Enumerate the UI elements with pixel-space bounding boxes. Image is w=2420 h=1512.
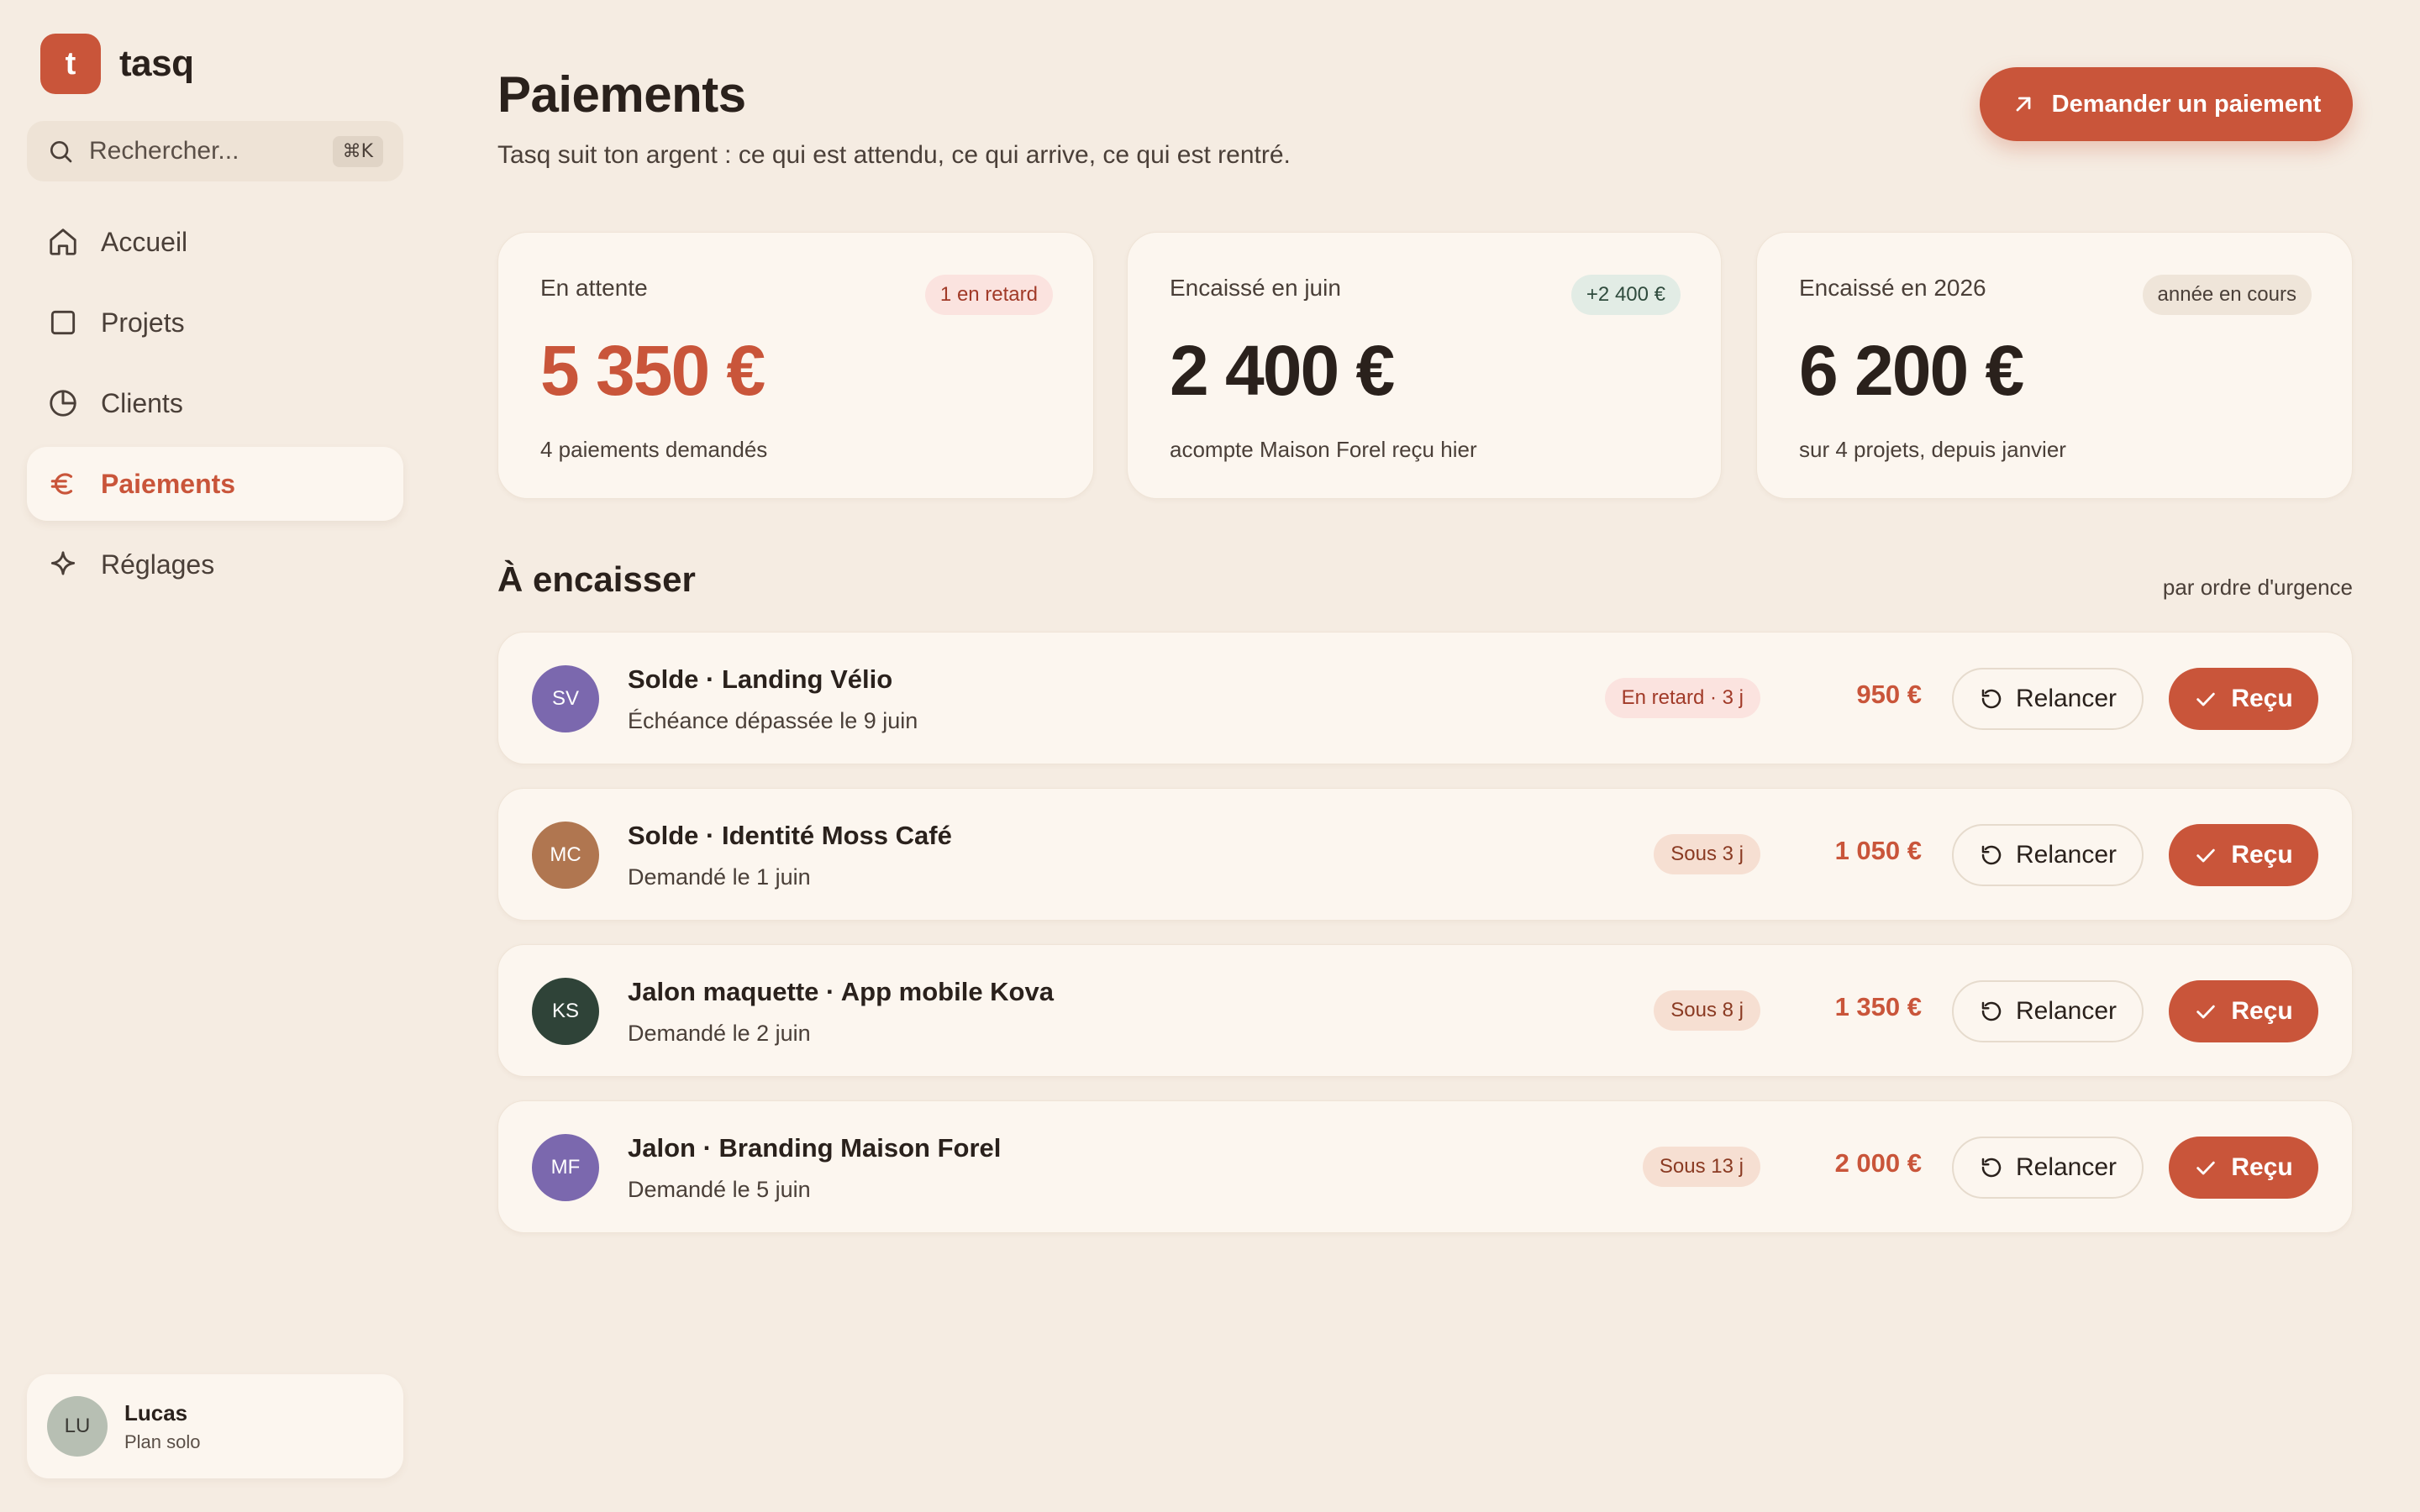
payment-amount: 1 350 € xyxy=(1834,992,1922,1021)
request-payment-label: Demander un paiement xyxy=(2051,90,2322,118)
remind-button[interactable]: Relancer xyxy=(1952,980,2144,1042)
search-shortcut: ⌘K xyxy=(332,135,383,167)
stat-value: 2 400 € xyxy=(1170,331,1395,410)
status-badge: En retard · 3 j xyxy=(1604,678,1760,718)
sidebar-item-clients[interactable]: Clients xyxy=(27,366,403,440)
list-item[interactable]: MF Jalon · Branding Maison Forel Demandé… xyxy=(497,1100,2353,1233)
status-badge: Sous 8 j xyxy=(1654,990,1760,1031)
search-icon xyxy=(50,141,72,163)
sidebar-item-label: Projets xyxy=(101,307,185,338)
stat-value: 6 200 € xyxy=(1799,331,2024,410)
payments-list: SV Solde · Landing Vélio Échéance dépass… xyxy=(497,632,2353,1257)
list-item[interactable]: MC Solde · Identité Moss Café Demandé le… xyxy=(497,788,2353,921)
refresh-icon xyxy=(1981,1158,2002,1178)
status-badge: +2 400 € xyxy=(1570,275,1681,315)
received-button[interactable]: Reçu xyxy=(2169,980,2318,1042)
section-title: À encaisser xyxy=(497,559,696,599)
stat-card-pending: En attente 1 en retard 5 350 € 4 paiemen… xyxy=(497,232,1094,499)
received-button[interactable]: Reçu xyxy=(2169,1137,2318,1199)
status-badge: 1 en retard xyxy=(924,275,1053,315)
request-payment-button[interactable]: Demander un paiement xyxy=(1980,67,2353,141)
sidebar-item-projets[interactable]: Projets xyxy=(27,286,403,360)
stat-sub: 4 paiements demandés xyxy=(540,437,768,462)
home-icon xyxy=(50,228,76,255)
payment-sub: Demandé le 1 juin xyxy=(628,864,811,890)
sidebar-item-reglages[interactable]: Réglages xyxy=(27,528,403,601)
payment-sub: Échéance dépassée le 9 juin xyxy=(628,708,918,733)
received-label: Reçu xyxy=(2231,685,2293,712)
status-badge: Sous 13 j xyxy=(1642,1147,1760,1187)
received-label: Reçu xyxy=(2231,841,2293,869)
avatar: LU xyxy=(47,1396,108,1457)
payment-title: Solde · Landing Vélio xyxy=(628,664,893,694)
payment-title: Solde · Identité Moss Café xyxy=(628,821,952,850)
sidebar-item-label: Paiements xyxy=(101,468,236,499)
check-icon xyxy=(2196,692,2216,706)
payment-title: Jalon maquette · App mobile Kova xyxy=(628,977,1054,1006)
avatar: SV xyxy=(532,665,599,732)
refresh-icon xyxy=(1981,689,2002,709)
received-label: Reçu xyxy=(2231,997,2293,1025)
section-hint: par ordre d'urgence xyxy=(2162,575,2353,600)
user-plan: Plan solo xyxy=(124,1431,201,1452)
brand-name: tasq xyxy=(119,43,194,84)
remind-label: Relancer xyxy=(2015,1153,2118,1181)
stat-card-june: Encaissé en juin +2 400 € 2 400 € acompt… xyxy=(1127,232,1722,499)
avatar: KS xyxy=(532,978,599,1045)
sidebar-item-accueil[interactable]: Accueil xyxy=(27,205,403,279)
status-badge: Sous 3 j xyxy=(1654,834,1760,874)
brand-logo: t xyxy=(40,34,101,94)
stat-value: 5 350 € xyxy=(540,331,765,410)
pie-chart-icon xyxy=(50,390,76,417)
brand[interactable]: t tasq xyxy=(40,34,194,94)
sidebar-item-label: Clients xyxy=(101,387,183,418)
payment-amount: 950 € xyxy=(1856,680,1922,709)
stat-sub: sur 4 projets, depuis janvier xyxy=(1799,437,2066,462)
stat-sub: acompte Maison Forel reçu hier xyxy=(1170,437,1477,462)
arrow-up-right-icon xyxy=(2016,97,2031,112)
user-card[interactable]: LU Lucas Plan solo xyxy=(27,1374,403,1478)
euro-icon xyxy=(50,473,73,495)
remind-button[interactable]: Relancer xyxy=(1952,1137,2144,1199)
remind-button[interactable]: Relancer xyxy=(1952,668,2144,730)
remind-label: Relancer xyxy=(2015,841,2118,869)
remind-label: Relancer xyxy=(2015,997,2118,1025)
list-item[interactable]: SV Solde · Landing Vélio Échéance dépass… xyxy=(497,632,2353,764)
check-icon xyxy=(2196,1161,2216,1175)
payment-title: Jalon · Branding Maison Forel xyxy=(628,1133,1002,1163)
refresh-icon xyxy=(1981,845,2002,865)
check-icon xyxy=(2196,1005,2216,1019)
user-info: Lucas Plan solo xyxy=(124,1400,201,1453)
received-button[interactable]: Reçu xyxy=(2169,824,2318,886)
payment-amount: 1 050 € xyxy=(1834,836,1922,865)
sidebar-item-label: Réglages xyxy=(101,549,215,580)
user-name: Lucas xyxy=(124,1399,188,1425)
refresh-icon xyxy=(1981,1001,2002,1021)
received-label: Reçu xyxy=(2231,1153,2293,1181)
sidebar-item-label: Accueil xyxy=(101,226,188,257)
sidebar-nav: Accueil Projets Clients Paiements Réglag… xyxy=(27,205,403,608)
avatar: MF xyxy=(532,1134,599,1201)
check-icon xyxy=(2196,848,2216,863)
payment-sub: Demandé le 2 juin xyxy=(628,1021,811,1046)
page-subtitle: Tasq suit ton argent : ce qui est attend… xyxy=(497,141,1291,169)
search-bar[interactable]: Rechercher... ⌘K xyxy=(27,121,403,181)
remind-label: Relancer xyxy=(2015,685,2118,712)
sidebar: t tasq Rechercher... ⌘K Accueil Projets … xyxy=(0,0,429,1512)
sparkle-icon xyxy=(50,551,76,575)
page-title: Paiements xyxy=(497,66,746,123)
remind-button[interactable]: Relancer xyxy=(1952,824,2144,886)
sidebar-item-paiements[interactable]: Paiements xyxy=(27,447,403,521)
payment-amount: 2 000 € xyxy=(1834,1148,1922,1178)
list-item[interactable]: KS Jalon maquette · App mobile Kova Dema… xyxy=(497,944,2353,1077)
stats-row: En attente 1 en retard 5 350 € 4 paiemen… xyxy=(497,232,2353,499)
avatar: MC xyxy=(532,822,599,889)
received-button[interactable]: Reçu xyxy=(2169,668,2318,730)
payment-sub: Demandé le 5 juin xyxy=(628,1177,811,1202)
status-badge: année en cours xyxy=(2142,275,2312,315)
search-input[interactable]: Rechercher... xyxy=(89,137,333,165)
square-icon xyxy=(50,310,76,335)
stat-card-year: Encaissé en 2026 année en cours 6 200 € … xyxy=(1756,232,2353,499)
